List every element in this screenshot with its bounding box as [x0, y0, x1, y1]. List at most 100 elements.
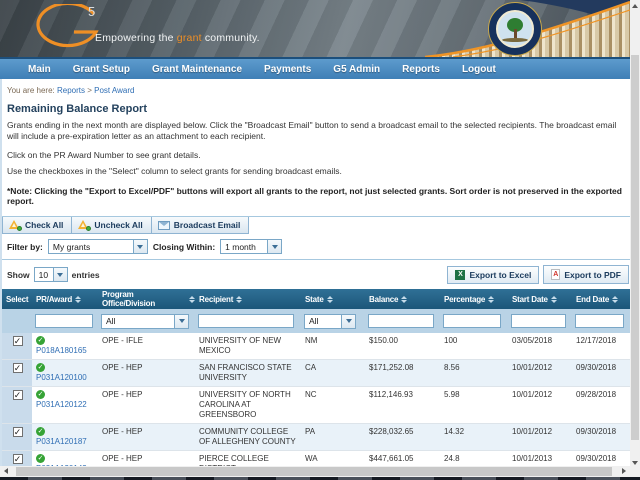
scroll-right-arrow-icon[interactable] [622, 468, 626, 474]
state-cell: NM [301, 333, 365, 359]
balance-cell-value: $171,252.08 [369, 363, 414, 372]
uncheck-all-label: Uncheck All [94, 220, 143, 230]
col-header-balance[interactable]: Balance [365, 289, 440, 309]
scroll-left-arrow-icon[interactable] [4, 468, 8, 474]
row-select-checkbox[interactable]: ✓ [12, 336, 23, 346]
percentage-cell-value: 8.56 [444, 363, 460, 372]
recipient-filter-input[interactable] [198, 314, 294, 328]
col-header-recipient[interactable]: Recipient [195, 289, 301, 309]
pr-award-link[interactable]: P031A120122 [36, 400, 87, 409]
sort-icon[interactable] [75, 295, 82, 303]
percentage-filter-input[interactable] [443, 314, 501, 328]
pr-award-link[interactable]: P018A180165 [36, 346, 87, 355]
program-filter-select[interactable]: All [101, 313, 189, 329]
sort-icon[interactable] [236, 295, 243, 303]
filter-cell-8 [572, 314, 629, 328]
col-header-start-date[interactable]: Start Date [508, 289, 572, 309]
nav-item-payments[interactable]: Payments [264, 64, 311, 75]
table-row: ✓ ✓P031A120100 OPE - HEP SAN FRANCISCO STAT… [2, 360, 630, 387]
select-cell: ✓ [2, 451, 32, 466]
chevron-down-icon[interactable] [52, 268, 67, 281]
col-header-state[interactable]: State [301, 289, 365, 309]
sort-icon[interactable] [488, 295, 495, 303]
start-date-filter-input[interactable] [511, 314, 566, 328]
check-all-button[interactable]: Check All [2, 217, 73, 234]
start-date-cell-value: 10/01/2012 [512, 427, 553, 436]
sort-icon[interactable] [550, 295, 557, 303]
state-cell: WA [301, 451, 365, 466]
check-all-label: Check All [25, 220, 64, 230]
show-entries-select[interactable]: 10 [33, 267, 68, 282]
row-select-checkbox[interactable]: ✓ [12, 454, 23, 464]
remaining-balance-table: Select PR/Award Program Office/Division Rec… [2, 289, 630, 466]
chevron-down-icon[interactable] [174, 314, 188, 328]
row-select-checkbox[interactable]: ✓ [12, 390, 23, 400]
col-header-end-date[interactable]: End Date [572, 289, 629, 309]
percentage-cell: 8.56 [440, 360, 508, 386]
sort-icon[interactable] [612, 295, 619, 303]
scroll-down-arrow-icon[interactable] [632, 461, 638, 465]
closing-within-select[interactable]: 1 month [220, 239, 283, 254]
nav-item-g5-admin[interactable]: G5 Admin [333, 64, 380, 75]
check-all-icon [9, 220, 22, 231]
scroll-up-arrow-icon[interactable] [632, 4, 638, 8]
nav-item-grant-setup[interactable]: Grant Setup [73, 64, 130, 75]
balance-filter-input[interactable] [368, 314, 434, 328]
row-select-checkbox[interactable]: ✓ [12, 363, 23, 373]
nav-item-grant-maintenance[interactable]: Grant Maintenance [152, 64, 242, 75]
table-row: ✓ ✓P031A120187 OPE - HEP COMMUNITY COLLEGE … [2, 424, 630, 451]
show-entries-bar: Show 10 entries X Export to Excel A Expo… [7, 265, 629, 284]
recipient-cell: SAN FRANCISCO STATE UNIVERSITY [195, 360, 301, 386]
award-cell: ✓P018A180165 [32, 333, 98, 359]
vertical-scrollbar-thumb[interactable] [631, 55, 639, 440]
end-date-cell: 09/30/2018 [572, 451, 629, 466]
state-cell-value: WA [305, 454, 318, 463]
nav-item-main[interactable]: Main [28, 64, 51, 75]
chevron-down-icon[interactable] [132, 240, 147, 253]
award-filter-input[interactable] [35, 314, 93, 328]
col-header-label: Percentage [444, 294, 486, 304]
horizontal-scrollbar[interactable] [0, 466, 630, 477]
breadcrumb-link-post-award[interactable]: Post Award [94, 86, 134, 95]
vertical-scrollbar[interactable] [630, 0, 640, 477]
horizontal-scrollbar-thumb[interactable] [16, 467, 612, 476]
uncheck-all-icon [78, 220, 92, 231]
breadcrumb-link-reports[interactable]: Reports [57, 86, 85, 95]
breadcrumb-separator: > [87, 86, 92, 95]
state-filter-select[interactable]: All [304, 313, 356, 329]
end-date-filter-input[interactable] [575, 314, 624, 328]
export-pdf-label: Export to PDF [564, 269, 621, 280]
export-note: *Note: Clicking the "Export to Excel/PDF… [7, 186, 622, 206]
col-header-pr-award[interactable]: PR/Award [32, 289, 98, 309]
row-select-checkbox[interactable]: ✓ [12, 427, 23, 437]
sort-icon[interactable] [326, 295, 333, 303]
col-header-label: Select [6, 294, 29, 304]
award-cell: ✓P031A130143 [32, 451, 98, 466]
col-header-program-office-division[interactable]: Program Office/Division [98, 289, 195, 309]
col-header-percentage[interactable]: Percentage [440, 289, 508, 309]
filter-cell-5 [365, 314, 440, 328]
export-to-pdf-button[interactable]: A Export to PDF [543, 265, 629, 284]
export-to-excel-button[interactable]: X Export to Excel [447, 265, 540, 284]
recipient-cell-value: UNIVERSITY OF NORTH CAROLINA AT GREENSBO… [199, 390, 291, 419]
chevron-down-icon[interactable] [341, 314, 355, 328]
table-filter-row: All All [2, 309, 630, 333]
broadcast-email-button[interactable]: Broadcast Email [151, 217, 250, 234]
start-date-cell-value: 10/01/2012 [512, 363, 553, 372]
nav-item-logout[interactable]: Logout [462, 64, 496, 75]
sort-icon[interactable] [401, 295, 408, 303]
pr-award-link[interactable]: P031A120187 [36, 437, 87, 446]
pr-award-link[interactable]: P031A120100 [36, 373, 87, 382]
banner: 5 Empowering the grant community. [0, 0, 630, 57]
select-cell: ✓ [2, 360, 32, 386]
col-header-label: Program Office/Division [102, 290, 156, 308]
state-cell: CA [301, 360, 365, 386]
uncheck-all-button[interactable]: Uncheck All [72, 217, 152, 234]
entries-label: entries [71, 269, 100, 280]
filter-by-select[interactable]: My grants [47, 239, 148, 254]
chevron-down-icon[interactable] [267, 240, 282, 253]
start-date-cell: 10/01/2012 [508, 360, 572, 386]
broadcast-email-label: Broadcast Email [173, 220, 241, 230]
nav-item-reports[interactable]: Reports [402, 64, 440, 75]
col-header-label: State [305, 294, 324, 304]
